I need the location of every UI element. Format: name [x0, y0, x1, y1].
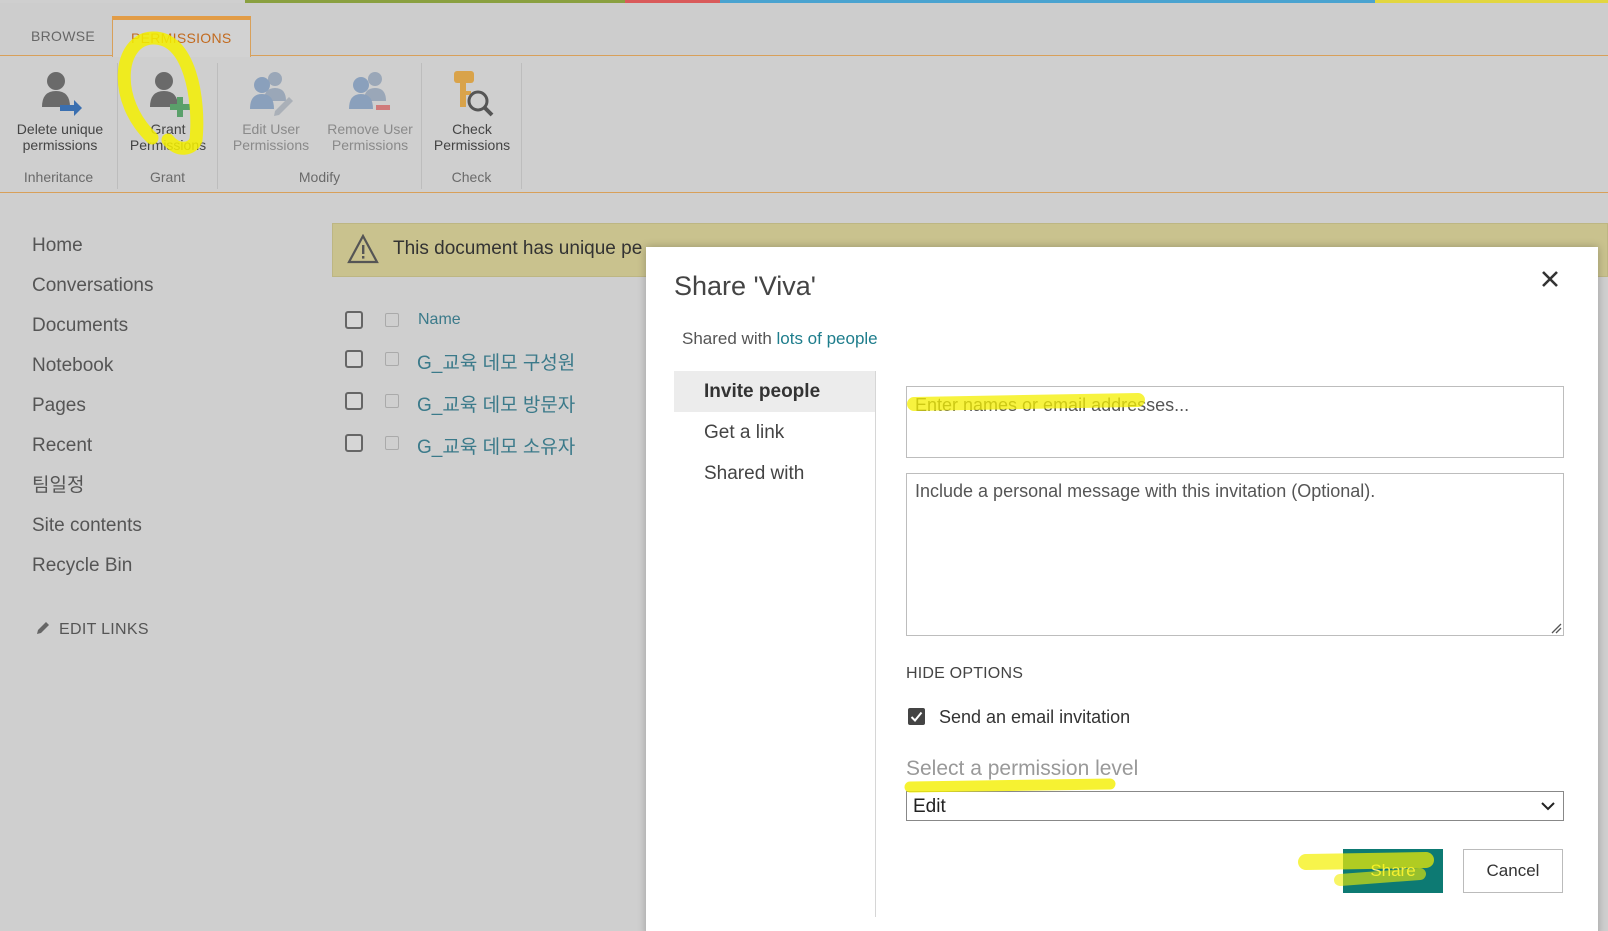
shared-with-prefix: Shared with [682, 329, 777, 348]
shared-with-link[interactable]: lots of people [777, 329, 878, 348]
row-item-checkbox[interactable] [385, 352, 399, 366]
personal-message-textarea[interactable]: Include a personal message with this inv… [906, 473, 1564, 636]
ribbon-body: Delete unique permissions Inheritance Gr… [0, 57, 1608, 193]
button-label-line2: Permissions [331, 137, 409, 153]
row-checkbox[interactable] [345, 434, 363, 452]
send-email-checkbox[interactable] [908, 708, 925, 725]
ribbon-group-inheritance: Delete unique permissions Inheritance [0, 63, 118, 189]
nav-item-recycle-bin[interactable]: Recycle Bin [32, 546, 153, 586]
group-label-grant: Grant [149, 169, 185, 185]
list-item: G_교육 데모 구성원 [345, 350, 645, 376]
delete-unique-permissions-button[interactable]: Delete unique permissions [4, 63, 116, 153]
warning-icon [347, 234, 379, 264]
chevron-down-icon [1541, 802, 1555, 811]
nav-item-recent[interactable]: Recent [32, 426, 153, 466]
list-header: Name [345, 311, 645, 333]
button-label-line2: Permissions [232, 137, 310, 153]
row-checkbox[interactable] [345, 350, 363, 368]
send-email-label: Send an email invitation [939, 707, 1131, 727]
nav-item-home[interactable]: Home [32, 226, 153, 266]
dialog-tab-shared-with[interactable]: Shared with [674, 453, 875, 494]
resize-grip-icon[interactable] [1550, 622, 1562, 634]
button-label-line2: permissions [22, 137, 98, 153]
group-name-link[interactable]: G_교육 데모 구성원 [417, 348, 575, 375]
delete-unique-permissions-icon [42, 72, 82, 116]
group-label-check: Check [451, 169, 492, 185]
button-label-line2: Permissions [433, 137, 511, 153]
select-all-checkbox[interactable] [345, 311, 363, 329]
permission-level-select[interactable]: Edit [906, 791, 1564, 821]
left-navigation: Home Conversations Documents Notebook Pa… [32, 226, 153, 586]
ribbon-group-grant: Grant Permissions Grant [118, 63, 218, 189]
header-item-checkbox[interactable] [385, 313, 399, 327]
group-name-link[interactable]: G_교육 데모 방문자 [417, 390, 575, 417]
tab-permissions[interactable]: PERMISSIONS [112, 16, 251, 59]
row-item-checkbox[interactable] [385, 436, 399, 450]
close-icon[interactable] [1538, 267, 1562, 291]
edit-links-label: EDIT LINKS [59, 621, 149, 638]
row-item-checkbox[interactable] [385, 394, 399, 408]
button-label-line1: Remove User [327, 121, 413, 137]
permission-level-label: Select a permission level [906, 757, 1139, 780]
warning-text: This document has unique pe [393, 238, 643, 259]
edit-user-permissions-button[interactable]: Edit User Permissions [226, 63, 316, 153]
permission-level-value: Edit [913, 796, 946, 817]
nav-item-team-schedule[interactable]: 팀일정 [32, 466, 153, 506]
edit-links-button[interactable]: EDIT LINKS [35, 620, 149, 639]
ribbon-group-check: Check Permissions Check [422, 63, 522, 189]
column-header-name[interactable]: Name [418, 311, 461, 329]
remove-user-permissions-button[interactable]: Remove User Permissions [318, 63, 422, 153]
nav-item-conversations[interactable]: Conversations [32, 266, 153, 306]
grant-permissions-icon [150, 72, 190, 117]
dialog-tab-get-a-link[interactable]: Get a link [674, 412, 875, 453]
list-item: G_교육 데모 소유자 [345, 434, 645, 460]
edit-user-permissions-icon [250, 72, 293, 116]
button-label-line1: Grant [150, 121, 186, 137]
button-label-line2: Permissions [129, 137, 207, 153]
list-item: G_교육 데모 방문자 [345, 392, 645, 418]
share-button[interactable]: Share [1343, 849, 1443, 893]
remove-user-permissions-icon [349, 72, 390, 110]
group-name-link[interactable]: G_교육 데모 소유자 [417, 432, 575, 459]
grant-permissions-button[interactable]: Grant Permissions [120, 63, 216, 153]
nav-item-site-contents[interactable]: Site contents [32, 506, 153, 546]
pencil-icon [37, 622, 49, 634]
checkmark-icon [910, 711, 923, 722]
button-label-line1: Check [452, 121, 492, 137]
nav-item-notebook[interactable]: Notebook [32, 346, 153, 386]
dialog-nav: Invite people Get a link Shared with [674, 371, 876, 917]
hide-options-link[interactable]: HIDE OPTIONS [906, 665, 1023, 683]
check-permissions-button[interactable]: Check Permissions [424, 63, 520, 153]
nav-item-pages[interactable]: Pages [32, 386, 153, 426]
ribbon-tab-bar: BROWSE PERMISSIONS [0, 3, 1608, 59]
tab-browse[interactable]: BROWSE [13, 16, 113, 57]
share-dialog: Share 'Viva' Shared with lots of people … [646, 247, 1598, 931]
button-label-line1: Delete unique [16, 121, 104, 137]
check-permissions-icon [454, 71, 494, 117]
dialog-tab-invite-people[interactable]: Invite people [674, 371, 875, 412]
row-checkbox[interactable] [345, 392, 363, 410]
dialog-title: Share 'Viva' [674, 271, 816, 301]
shared-with-summary: Shared with lots of people [682, 329, 878, 349]
group-label-inheritance: Inheritance [23, 169, 94, 185]
cancel-button[interactable]: Cancel [1463, 849, 1563, 893]
nav-item-documents[interactable]: Documents [32, 306, 153, 346]
group-label-modify: Modify [298, 169, 341, 185]
button-label-line1: Edit User [242, 121, 300, 137]
ribbon-group-modify: Edit User Permissions Remove User Permis… [218, 63, 422, 189]
send-email-option: Send an email invitation [908, 707, 1130, 728]
names-input[interactable]: Enter names or email addresses... [906, 386, 1564, 458]
